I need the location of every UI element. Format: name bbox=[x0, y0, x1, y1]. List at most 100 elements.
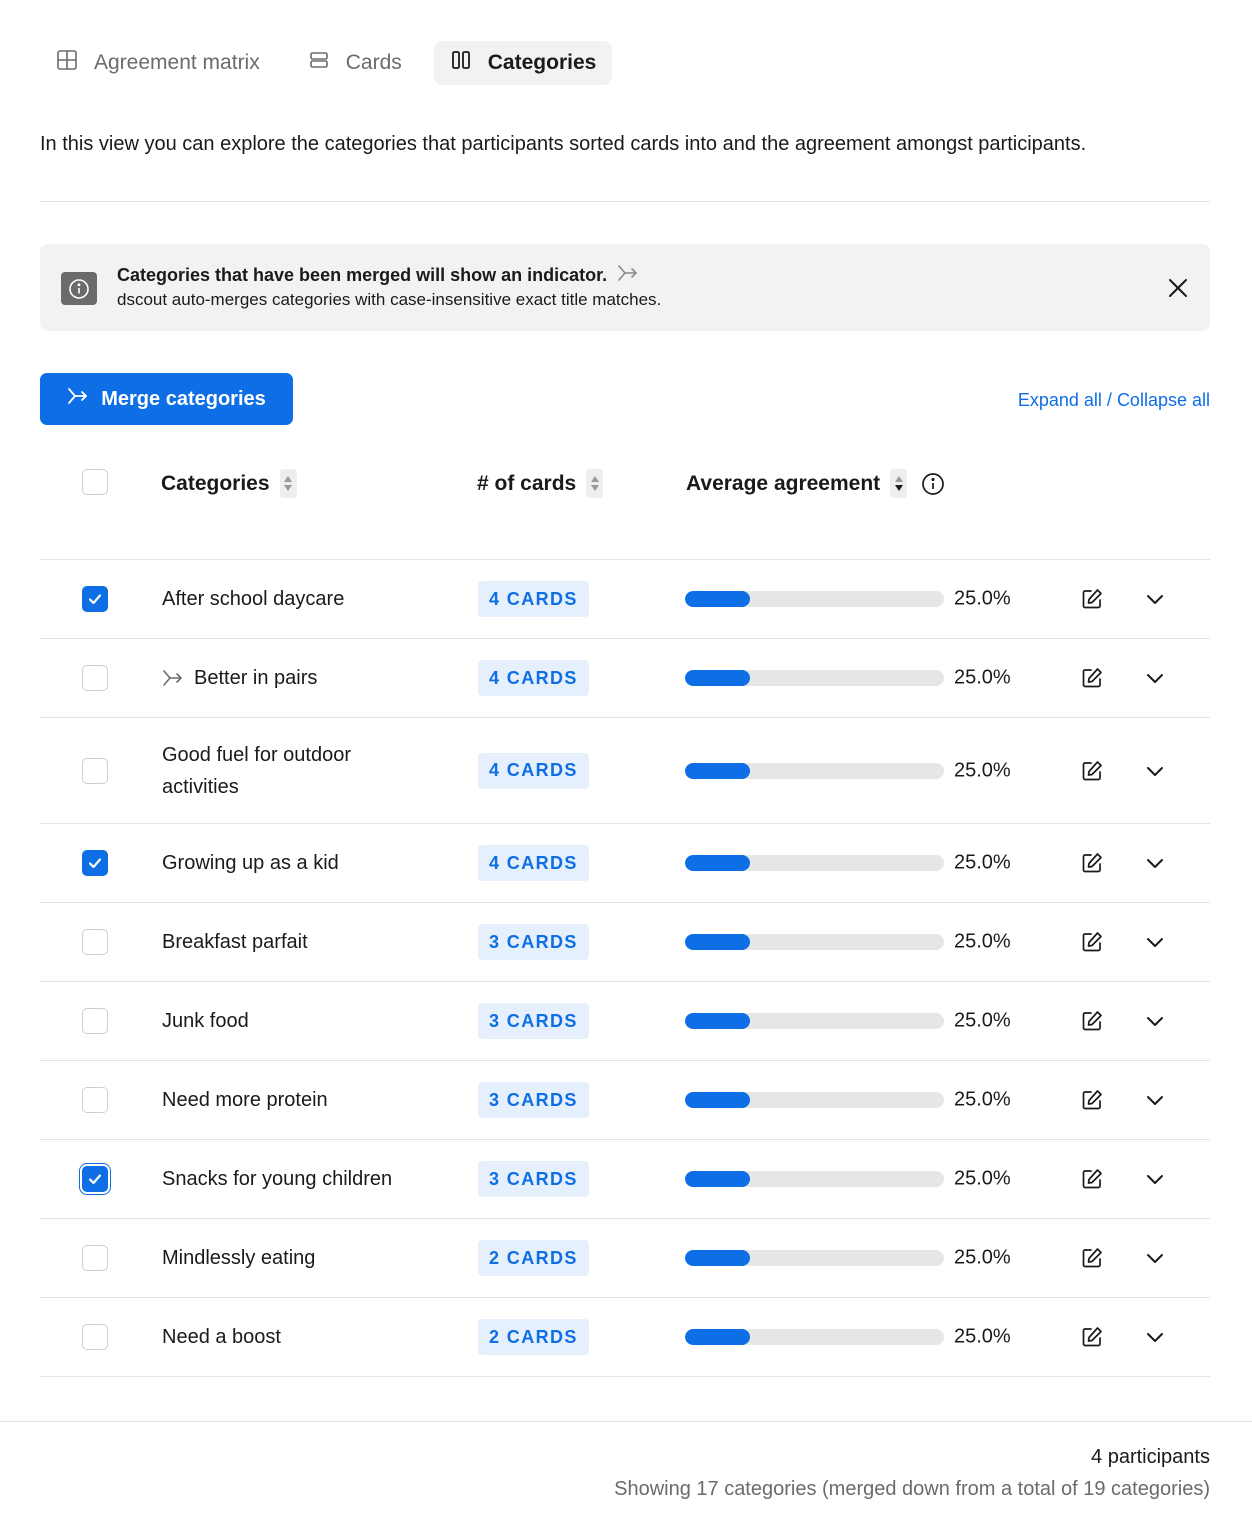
agreement-percent: 25.0% bbox=[954, 930, 1011, 953]
agreement-bar bbox=[685, 762, 944, 779]
grid-icon bbox=[56, 49, 78, 77]
card-count-badge[interactable]: 4 CARDS bbox=[478, 752, 589, 789]
card-count-badge[interactable]: 2 CARDS bbox=[478, 1240, 589, 1276]
agreement-bar-fill bbox=[685, 591, 750, 607]
row-checkbox[interactable] bbox=[82, 1008, 108, 1034]
select-all-checkbox[interactable] bbox=[82, 469, 108, 495]
category-name: Breakfast parfait bbox=[162, 931, 308, 953]
card-count-badge[interactable]: 3 CARDS bbox=[478, 1161, 589, 1197]
edit-icon[interactable] bbox=[1080, 1009, 1104, 1033]
table-row: Good fuel for outdoor activities 4 CARDS 2… bbox=[40, 717, 1210, 823]
edit-icon[interactable] bbox=[1080, 1167, 1104, 1191]
sort-icon[interactable] bbox=[279, 469, 297, 498]
row-checkbox[interactable] bbox=[82, 586, 108, 612]
chevron-down-icon[interactable] bbox=[1143, 1088, 1167, 1112]
category-name-cell: Junk food bbox=[162, 1005, 249, 1037]
agreement-bar-fill bbox=[685, 670, 750, 686]
agreement-percent: 25.0% bbox=[954, 1088, 1011, 1111]
collapse-all-link[interactable]: Collapse all bbox=[1117, 390, 1210, 410]
card-count-badge[interactable]: 3 CARDS bbox=[478, 1082, 589, 1118]
edit-icon[interactable] bbox=[1080, 1246, 1104, 1270]
agreement-bar bbox=[685, 1171, 944, 1187]
cards-icon bbox=[308, 49, 330, 77]
tab-label: Categories bbox=[487, 51, 597, 74]
category-name: Good fuel for outdoor activities bbox=[162, 743, 352, 798]
row-checkbox[interactable] bbox=[82, 1245, 108, 1271]
row-checkbox[interactable] bbox=[82, 1324, 108, 1350]
info-icon bbox=[61, 272, 97, 305]
agreement-bar-fill bbox=[685, 762, 750, 779]
banner-title: Categories that have been merged will sh… bbox=[117, 265, 608, 285]
tab-label: Agreement matrix bbox=[94, 51, 260, 74]
sort-icon[interactable] bbox=[890, 469, 908, 498]
merge-info-banner: Categories that have been merged will sh… bbox=[40, 244, 1210, 331]
edit-icon[interactable] bbox=[1080, 759, 1104, 783]
agreement-bar bbox=[685, 591, 944, 607]
card-count-badge[interactable]: 4 CARDS bbox=[478, 845, 589, 881]
expand-all-link[interactable]: Expand all bbox=[1018, 390, 1102, 410]
view-tabs: Agreement matrix Cards Categories bbox=[40, 41, 613, 85]
row-checkbox[interactable] bbox=[82, 929, 108, 955]
edit-icon[interactable] bbox=[1080, 587, 1104, 611]
agreement-bar bbox=[685, 1013, 944, 1029]
expand-collapse-links: Expand all / Collapse all bbox=[1018, 390, 1210, 411]
table-row: Breakfast parfait 3 CARDS 25.0% bbox=[40, 902, 1210, 981]
table-row: Growing up as a kid 4 CARDS 25.0% bbox=[40, 823, 1210, 902]
row-checkbox[interactable] bbox=[82, 1166, 108, 1192]
header-label: # of cards bbox=[477, 471, 577, 495]
agreement-bar bbox=[685, 934, 944, 950]
chevron-down-icon[interactable] bbox=[1143, 666, 1167, 690]
edit-icon[interactable] bbox=[1080, 1325, 1104, 1349]
edit-icon[interactable] bbox=[1080, 666, 1104, 690]
agreement-bar-fill bbox=[685, 855, 750, 871]
agreement-bar bbox=[685, 670, 944, 686]
edit-icon[interactable] bbox=[1080, 851, 1104, 875]
edit-icon[interactable] bbox=[1080, 1088, 1104, 1112]
agreement-bar bbox=[685, 1329, 944, 1345]
card-count-badge[interactable]: 4 CARDS bbox=[478, 581, 589, 617]
chevron-down-icon[interactable] bbox=[1143, 1167, 1167, 1191]
tab-label: Cards bbox=[345, 51, 402, 74]
card-count-badge[interactable]: 2 CARDS bbox=[478, 1319, 589, 1355]
edit-icon[interactable] bbox=[1080, 930, 1104, 954]
tab-cards[interactable]: Cards bbox=[292, 41, 418, 85]
category-name: Growing up as a kid bbox=[162, 852, 339, 874]
chevron-down-icon[interactable] bbox=[1143, 930, 1167, 954]
row-checkbox[interactable] bbox=[82, 757, 108, 784]
link-separator: / bbox=[1101, 390, 1117, 410]
merge-categories-button[interactable]: Merge categories bbox=[40, 373, 293, 425]
card-count-badge[interactable]: 3 CARDS bbox=[478, 924, 589, 960]
category-name-cell: Better in pairs bbox=[162, 662, 317, 694]
divider bbox=[40, 201, 1210, 202]
sort-icon[interactable] bbox=[586, 469, 604, 498]
intro-text: In this view you can explore the categor… bbox=[40, 133, 1087, 155]
category-name: Junk food bbox=[162, 1010, 249, 1032]
chevron-down-icon[interactable] bbox=[1143, 1246, 1167, 1270]
row-checkbox[interactable] bbox=[82, 1087, 108, 1113]
chevron-down-icon[interactable] bbox=[1143, 587, 1167, 611]
card-count-badge[interactable]: 4 CARDS bbox=[478, 660, 589, 696]
tab-categories[interactable]: Categories bbox=[433, 41, 613, 85]
merge-indicator-icon bbox=[162, 668, 184, 688]
footer-divider bbox=[0, 1421, 1252, 1422]
row-checkbox[interactable] bbox=[82, 850, 108, 876]
category-name-cell: Good fuel for outdoor activities bbox=[162, 739, 422, 803]
chevron-down-icon[interactable] bbox=[1143, 1325, 1167, 1349]
category-name: Snacks for young children bbox=[162, 1168, 393, 1190]
agreement-percent: 25.0% bbox=[954, 1325, 1011, 1348]
tab-agreement-matrix[interactable]: Agreement matrix bbox=[40, 41, 276, 85]
chevron-down-icon[interactable] bbox=[1143, 1009, 1167, 1033]
card-count-badge[interactable]: 3 CARDS bbox=[478, 1003, 589, 1039]
participants-count: 4 participants bbox=[1091, 1446, 1210, 1468]
chevron-down-icon[interactable] bbox=[1143, 759, 1167, 783]
table-row: Need more protein 3 CARDS 25.0% bbox=[40, 1060, 1210, 1139]
info-circle-icon[interactable] bbox=[921, 472, 945, 496]
row-checkbox[interactable] bbox=[82, 665, 108, 691]
table-row: Snacks for young children 3 CARDS 25.0% bbox=[40, 1139, 1210, 1218]
agreement-bar-fill bbox=[685, 934, 750, 950]
chevron-down-icon[interactable] bbox=[1143, 851, 1167, 875]
table-row: Better in pairs 4 CARDS 25.0% bbox=[40, 638, 1210, 717]
close-icon[interactable] bbox=[1166, 276, 1190, 300]
agreement-bar-fill bbox=[685, 1171, 750, 1187]
category-name: Need a boost bbox=[162, 1326, 281, 1348]
